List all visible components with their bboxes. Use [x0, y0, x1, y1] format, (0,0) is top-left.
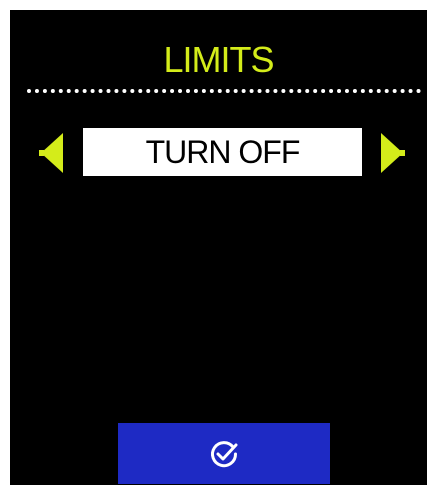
triangle-right-icon — [381, 133, 405, 173]
confirm-button[interactable] — [118, 423, 330, 484]
previous-option-button[interactable] — [39, 133, 67, 173]
option-value: TURN OFF — [145, 133, 301, 170]
check-circle-icon — [211, 440, 238, 467]
screen-title: LIMITS — [163, 39, 274, 80]
option-value-box: TURN OFF — [83, 128, 362, 176]
device-screen: LIMITS TURN OFF — [10, 10, 427, 485]
next-option-button[interactable] — [377, 133, 405, 173]
triangle-left-icon — [39, 133, 63, 173]
title-divider — [27, 89, 421, 93]
